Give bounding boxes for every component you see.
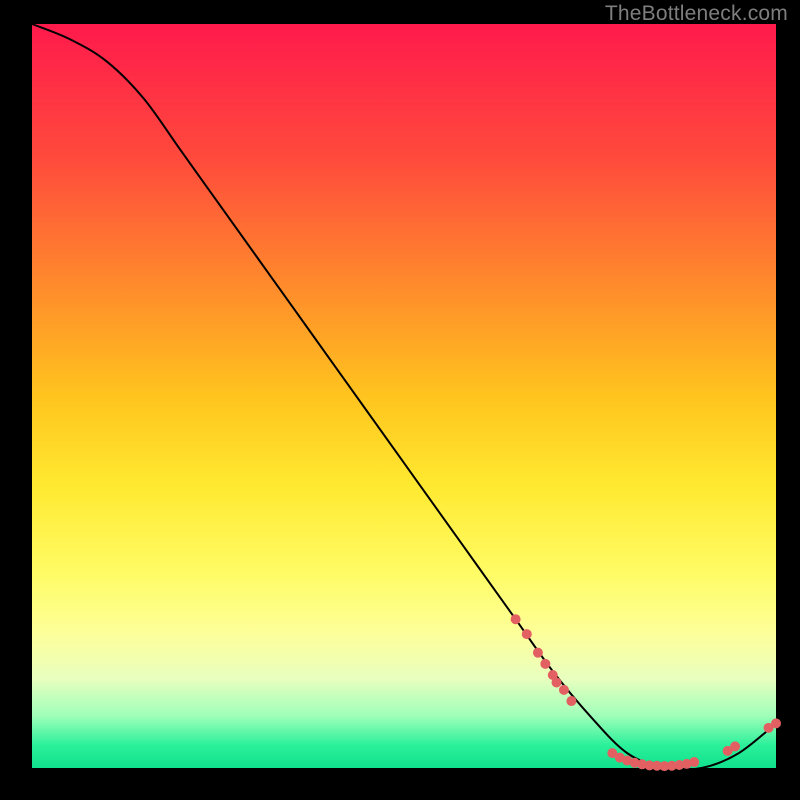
- sample-point: [511, 614, 521, 624]
- sample-point: [566, 696, 576, 706]
- sample-point: [540, 659, 550, 669]
- sample-point: [559, 685, 569, 695]
- sample-point: [533, 648, 543, 658]
- sample-point: [522, 629, 532, 639]
- sample-point: [771, 718, 781, 728]
- sample-point: [552, 677, 562, 687]
- sample-point: [730, 741, 740, 751]
- chart-svg: [32, 24, 776, 768]
- sample-point: [689, 757, 699, 767]
- watermark-text: TheBottleneck.com: [605, 2, 788, 26]
- sample-points-group: [511, 614, 781, 771]
- bottleneck-curve: [32, 24, 776, 770]
- chart-frame: TheBottleneck.com: [0, 0, 800, 800]
- plot-area: [32, 24, 776, 768]
